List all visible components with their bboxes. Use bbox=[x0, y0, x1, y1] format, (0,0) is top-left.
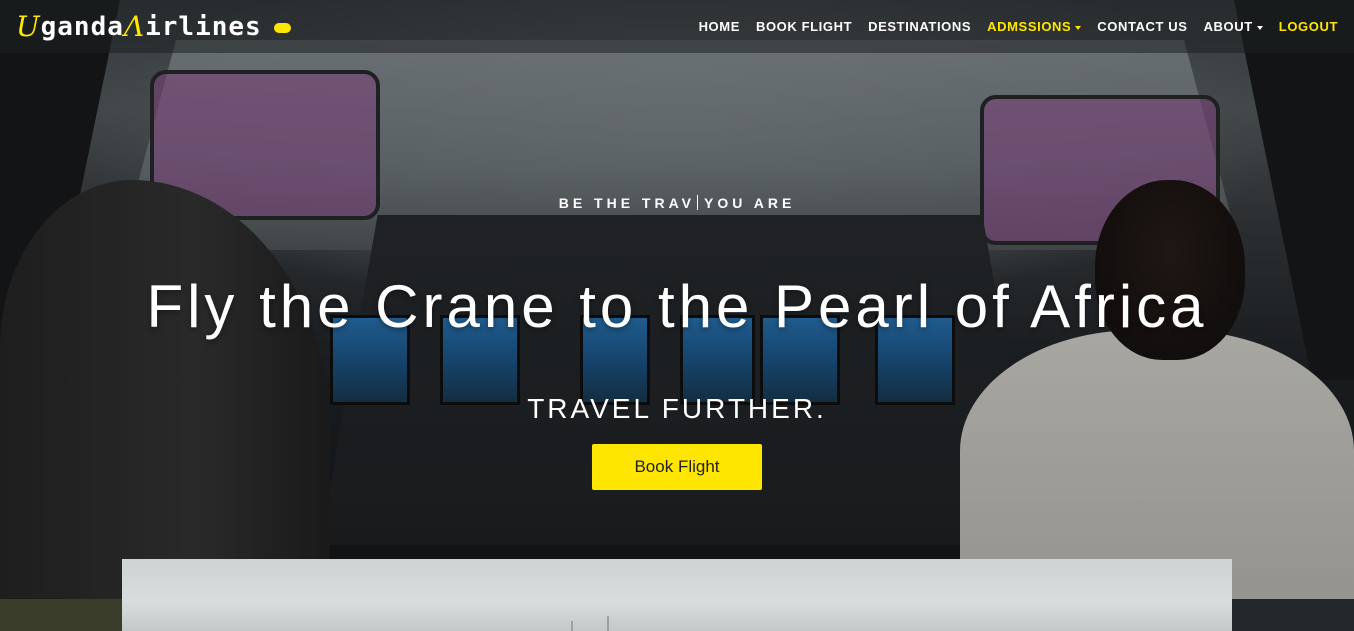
brand-text: ganda bbox=[40, 11, 124, 42]
antenna-silhouette bbox=[571, 621, 573, 631]
kicker-text: BE THE TRAV bbox=[558, 195, 696, 211]
caret-down-icon bbox=[1075, 25, 1082, 30]
typing-cursor bbox=[697, 195, 699, 210]
hero-tagline: TRAVEL FURTHER. bbox=[527, 393, 827, 424]
top-navbar: U ganda Λ irlines HOME BOOK FLIGHT DESTI… bbox=[0, 0, 1354, 53]
brand-text: irlines bbox=[145, 11, 262, 42]
nav-item-contact-us[interactable]: CONTACT US bbox=[1097, 19, 1187, 34]
nav-item-logout[interactable]: LOGOUT bbox=[1279, 19, 1338, 34]
book-flight-button[interactable]: Book Flight bbox=[592, 444, 762, 490]
kicker-text: YOU ARE bbox=[704, 195, 796, 211]
nav-item-about[interactable]: ABOUT bbox=[1204, 19, 1263, 34]
nav-item-book-flight[interactable]: BOOK FLIGHT bbox=[756, 19, 852, 34]
brand-accent-letter: Λ bbox=[123, 10, 146, 43]
brand-logo[interactable]: U ganda Λ irlines bbox=[16, 10, 291, 43]
toggle-pill-icon[interactable] bbox=[273, 22, 291, 33]
brand-accent-letter: U bbox=[16, 10, 41, 43]
nav-item-destinations[interactable]: DESTINATIONS bbox=[868, 19, 971, 34]
section-band-accent bbox=[0, 599, 122, 631]
feature-image-card bbox=[122, 559, 1232, 631]
nav-item-admissions[interactable]: ADMSSIONS bbox=[987, 19, 1082, 34]
hero-headline: Fly the Crane to the Pearl of Africa bbox=[146, 273, 1208, 340]
nav-menu: HOME BOOK FLIGHT DESTINATIONS ADMSSIONS … bbox=[699, 19, 1338, 34]
hero-kicker: BE THE TRAV YOU ARE bbox=[0, 195, 1354, 211]
antenna-silhouette bbox=[607, 616, 609, 631]
caret-down-icon bbox=[1256, 25, 1263, 30]
nav-item-home[interactable]: HOME bbox=[699, 19, 740, 34]
